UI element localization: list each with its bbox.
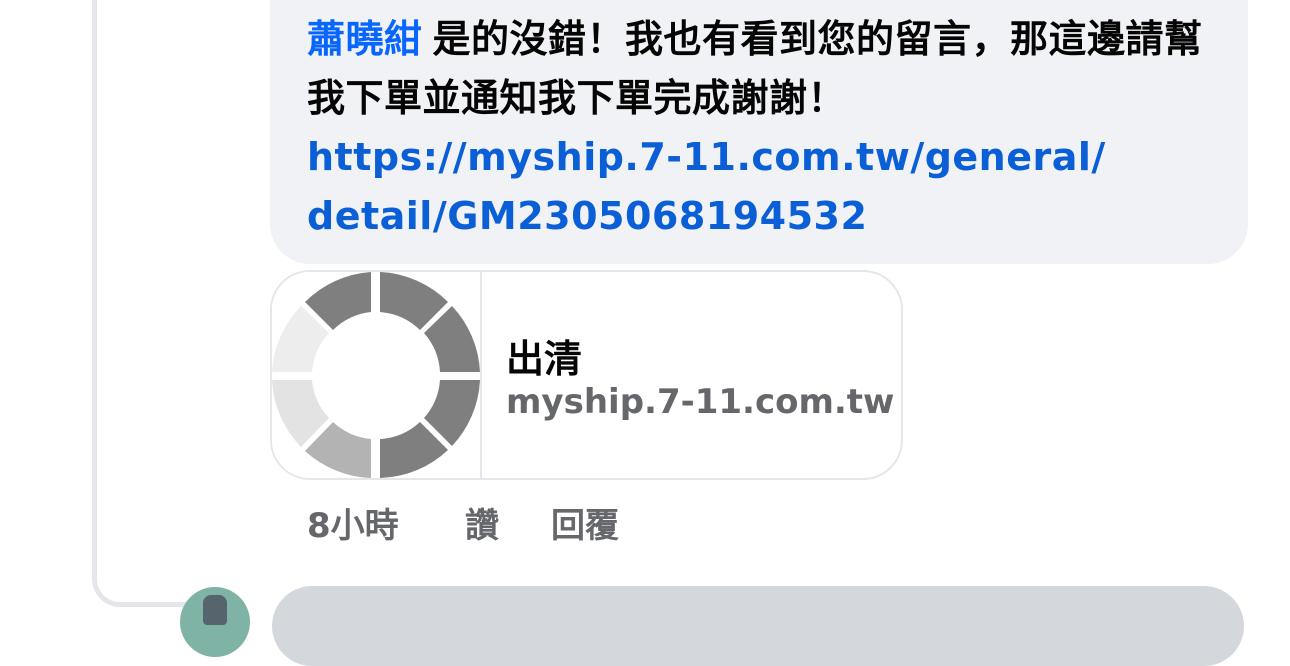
- comment-text: 蕭曉紺 是的沒錯！我也有看到您的留言，那這邊請幫我下單並通知我下單完成謝謝！ ht…: [307, 10, 1212, 246]
- link-preview-title: 出清: [506, 337, 583, 381]
- link-preview-thumbnail: [272, 272, 482, 478]
- loading-spinner-icon: [272, 272, 480, 478]
- reply-thread-line: [92, 0, 204, 607]
- mention-link[interactable]: 蕭曉紺: [307, 17, 423, 61]
- comment-bubble: 蕭曉紺 是的沒錯！我也有看到您的留言，那這邊請幫我下單並通知我下單完成謝謝！ ht…: [270, 0, 1248, 264]
- comment-actions: 8小時讚回覆: [307, 498, 619, 547]
- next-comment-bubble: [272, 586, 1244, 666]
- link-preview-card[interactable]: 出清 myship.7-11.com.tw: [270, 270, 903, 480]
- next-comment-avatar[interactable]: [180, 587, 250, 657]
- link-preview-domain: myship.7-11.com.tw: [506, 382, 895, 422]
- comment-timestamp[interactable]: 8小時: [307, 498, 465, 547]
- comment-body: 是的沒錯！我也有看到您的留言，那這邊請幫我下單並通知我下單完成謝謝！: [307, 17, 1203, 120]
- comment-url-link[interactable]: https://myship.7-11.com.tw/general/detai…: [307, 128, 1127, 246]
- avatar-figure: [203, 595, 227, 625]
- reply-button[interactable]: 回覆: [551, 498, 619, 547]
- like-button[interactable]: 讚: [465, 498, 551, 547]
